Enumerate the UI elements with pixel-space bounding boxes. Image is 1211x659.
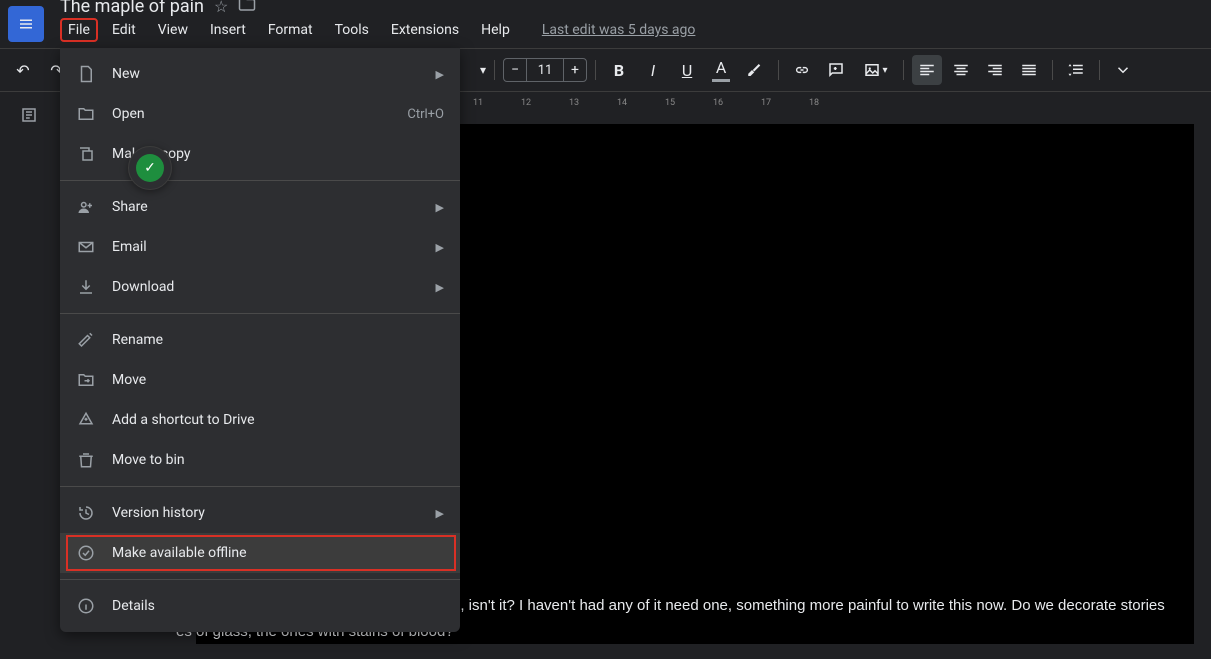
share-icon: [76, 198, 96, 216]
menu-help[interactable]: Help: [473, 18, 518, 42]
document-title[interactable]: The maple of pain: [60, 0, 204, 17]
menu-item-details[interactable]: Details: [60, 586, 460, 626]
insert-comment-button[interactable]: [821, 55, 851, 85]
menu-item-label: Share: [112, 199, 420, 215]
download-icon: [76, 278, 96, 296]
menu-bar: File Edit View Insert Format Tools Exten…: [60, 18, 1203, 42]
ruler-number: 11: [454, 98, 502, 108]
underline-button[interactable]: U: [672, 55, 702, 85]
menu-item-label: Add a shortcut to Drive: [112, 412, 444, 428]
menu-extensions[interactable]: Extensions: [383, 18, 467, 42]
ruler-number: 13: [550, 98, 598, 108]
font-size-value[interactable]: 11: [527, 58, 563, 82]
docs-home-icon[interactable]: [8, 6, 44, 42]
submenu-arrow-icon: ▶: [436, 241, 444, 254]
menu-separator: [60, 313, 460, 314]
align-justify-button[interactable]: [1014, 55, 1044, 85]
insert-link-button[interactable]: [787, 55, 817, 85]
menu-item-rename[interactable]: Rename: [60, 320, 460, 360]
menu-item-move-to-bin[interactable]: Move to bin: [60, 440, 460, 480]
menu-insert[interactable]: Insert: [202, 18, 254, 42]
highlight-button[interactable]: [740, 55, 770, 85]
menu-item-label: Move to bin: [112, 452, 444, 468]
font-size-control: − 11 +: [503, 58, 587, 82]
rename-icon: [76, 331, 96, 349]
submenu-arrow-icon: ▶: [436, 281, 444, 294]
left-rail: [0, 92, 58, 659]
undo-button[interactable]: ↶: [8, 55, 38, 85]
ruler-number: 18: [790, 98, 838, 108]
menu-item-download[interactable]: Download ▶: [60, 267, 460, 307]
folder-icon: [76, 105, 96, 123]
insert-image-button[interactable]: ▾: [855, 55, 895, 85]
align-center-button[interactable]: [946, 55, 976, 85]
editing-mode-button[interactable]: [1108, 55, 1138, 85]
menu-file[interactable]: File: [60, 18, 98, 42]
history-icon: [76, 504, 96, 522]
move-folder-icon: [76, 371, 96, 389]
menu-item-make-copy[interactable]: Make a copy: [60, 134, 460, 174]
menu-item-label: New: [112, 66, 420, 82]
menu-item-label: Details: [112, 598, 444, 614]
menu-item-add-shortcut[interactable]: Add a shortcut to Drive: [60, 400, 460, 440]
ruler-number: 15: [646, 98, 694, 108]
info-icon: [76, 597, 96, 615]
text-color-button[interactable]: A: [706, 55, 736, 85]
menu-view[interactable]: View: [150, 18, 196, 42]
menu-item-label: Version history: [112, 505, 420, 521]
menu-separator: [60, 579, 460, 580]
align-left-button[interactable]: [912, 55, 942, 85]
menu-item-label: Open: [112, 106, 391, 122]
menu-item-label: Move: [112, 372, 444, 388]
email-icon: [76, 238, 96, 256]
shortcut-label: Ctrl+O: [407, 107, 444, 122]
checkmark-icon: ✓: [136, 154, 164, 182]
menu-item-email[interactable]: Email ▶: [60, 227, 460, 267]
menu-tools[interactable]: Tools: [327, 18, 377, 42]
increase-font-button[interactable]: +: [563, 58, 587, 82]
menu-item-open[interactable]: Open Ctrl+O: [60, 94, 460, 134]
move-icon[interactable]: [238, 0, 256, 17]
menu-item-label: Download: [112, 279, 420, 295]
menu-item-label: Email: [112, 239, 420, 255]
trash-icon: [76, 451, 96, 469]
new-doc-icon: [76, 65, 96, 83]
menu-item-label: Rename: [112, 332, 444, 348]
bold-button[interactable]: B: [604, 55, 634, 85]
line-spacing-button[interactable]: [1061, 55, 1091, 85]
menu-item-make-available-offline[interactable]: Make available offline: [60, 533, 460, 573]
success-toast: ✓: [128, 146, 172, 190]
menu-separator: [60, 486, 460, 487]
drive-shortcut-icon: [76, 411, 96, 429]
menu-edit[interactable]: Edit: [104, 18, 144, 42]
italic-button[interactable]: I: [638, 55, 668, 85]
star-icon[interactable]: ☆: [214, 0, 228, 16]
file-menu-dropdown: New ▶ Open Ctrl+O Make a copy Share ▶ Em…: [60, 48, 460, 632]
copy-icon: [76, 145, 96, 163]
menu-item-version-history[interactable]: Version history ▶: [60, 493, 460, 533]
title-bar: The maple of pain ☆ File Edit View Inser…: [0, 0, 1211, 48]
highlight-box: [66, 535, 456, 571]
outline-icon[interactable]: [20, 106, 38, 129]
menu-item-move[interactable]: Move: [60, 360, 460, 400]
submenu-arrow-icon: ▶: [436, 201, 444, 214]
style-dropdown[interactable]: ▾: [480, 55, 486, 85]
menu-format[interactable]: Format: [260, 18, 321, 42]
menu-item-share[interactable]: Share ▶: [60, 187, 460, 227]
align-right-button[interactable]: [980, 55, 1010, 85]
ruler-number: 17: [742, 98, 790, 108]
ruler-number: 14: [598, 98, 646, 108]
decrease-font-button[interactable]: −: [503, 58, 527, 82]
last-edit-link[interactable]: Last edit was 5 days ago: [534, 18, 704, 42]
submenu-arrow-icon: ▶: [436, 507, 444, 520]
submenu-arrow-icon: ▶: [436, 68, 444, 81]
menu-separator: [60, 180, 460, 181]
ruler-number: 12: [502, 98, 550, 108]
ruler-number: 16: [694, 98, 742, 108]
menu-item-new[interactable]: New ▶: [60, 54, 460, 94]
